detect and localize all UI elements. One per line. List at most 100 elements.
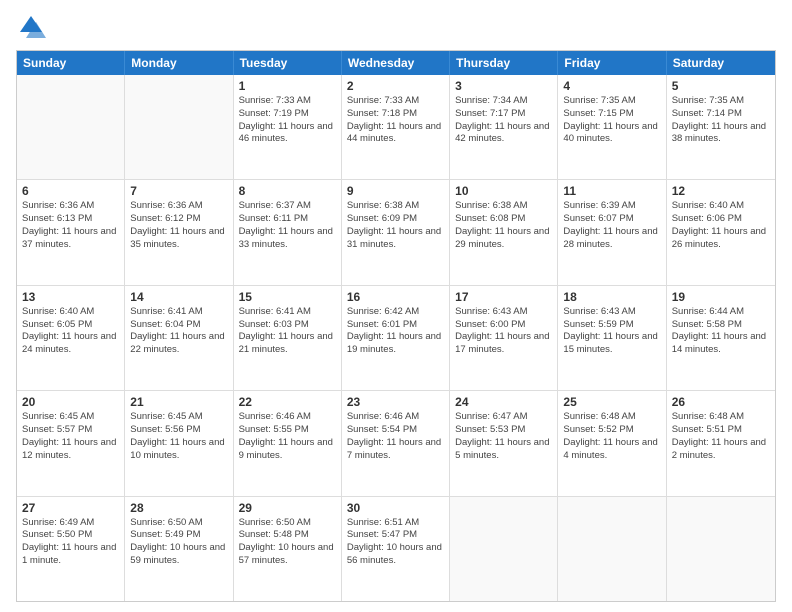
day-number: 27 [22, 501, 119, 515]
calendar-cell: 28Sunrise: 6:50 AM Sunset: 5:49 PM Dayli… [125, 497, 233, 601]
day-number: 14 [130, 290, 227, 304]
calendar-cell: 7 Sunrise: 6:36 AM Sunset: 6:12 PM Daylig… [125, 180, 233, 284]
day-info: Sunrise: 7:35 AM Sunset: 7:14 PM Dayligh… [672, 95, 770, 146]
day-info: Sunrise: 6:41 AM Sunset: 6:03 PM Dayligh… [239, 306, 336, 357]
day-number: 3 [455, 79, 552, 93]
day-info: Sunrise: 6:45 AM Sunset: 5:57 PM Dayligh… [22, 411, 119, 462]
calendar-cell: 22 Sunrise: 6:46 AM Sunset: 5:55 PM Dayli… [234, 391, 342, 495]
calendar-cell: 17Sunrise: 6:43 AM Sunset: 6:00 PM Dayli… [450, 286, 558, 390]
calendar-cell [125, 75, 233, 179]
calendar-header: SundayMondayTuesdayWednesdayThursdayFrid… [17, 51, 775, 75]
calendar-cell: 27 Sunrise: 6:49 AM Sunset: 5:50 PM Dayli… [17, 497, 125, 601]
day-info: Sunrise: 6:43 AM Sunset: 6:00 PM Dayligh… [455, 306, 552, 357]
day-info: Sunrise: 6:51 AM Sunset: 5:47 PM Dayligh… [347, 517, 444, 568]
calendar-cell: 25Sunrise: 6:48 AM Sunset: 5:52 PM Dayli… [558, 391, 666, 495]
logo-icon [16, 12, 46, 42]
day-number: 2 [347, 79, 444, 93]
calendar-cell: 2 Sunrise: 7:33 AM Sunset: 7:18 PM Daylig… [342, 75, 450, 179]
day-number: 24 [455, 395, 552, 409]
day-info: Sunrise: 6:48 AM Sunset: 5:51 PM Dayligh… [672, 411, 770, 462]
day-number: 12 [672, 184, 770, 198]
day-number: 1 [239, 79, 336, 93]
day-number: 20 [22, 395, 119, 409]
calendar-cell: 19 Sunrise: 6:44 AM Sunset: 5:58 PM Dayli… [667, 286, 775, 390]
calendar-row-5: 27 Sunrise: 6:49 AM Sunset: 5:50 PM Dayli… [17, 496, 775, 601]
calendar-cell: 16 Sunrise: 6:42 AM Sunset: 6:01 PM Dayli… [342, 286, 450, 390]
day-number: 23 [347, 395, 444, 409]
day-number: 8 [239, 184, 336, 198]
day-number: 7 [130, 184, 227, 198]
day-number: 26 [672, 395, 770, 409]
day-number: 4 [563, 79, 660, 93]
calendar-cell: 15Sunrise: 6:41 AM Sunset: 6:03 PM Dayli… [234, 286, 342, 390]
day-info: Sunrise: 6:40 AM Sunset: 6:06 PM Dayligh… [672, 200, 770, 251]
calendar-cell: 21 Sunrise: 6:45 AM Sunset: 5:56 PM Dayli… [125, 391, 233, 495]
day-info: Sunrise: 7:33 AM Sunset: 7:19 PM Dayligh… [239, 95, 336, 146]
day-number: 16 [347, 290, 444, 304]
day-info: Sunrise: 6:47 AM Sunset: 5:53 PM Dayligh… [455, 411, 552, 462]
day-number: 11 [563, 184, 660, 198]
day-number: 6 [22, 184, 119, 198]
calendar-cell [450, 497, 558, 601]
day-info: Sunrise: 6:36 AM Sunset: 6:13 PM Dayligh… [22, 200, 119, 251]
calendar-row-3: 13 Sunrise: 6:40 AM Sunset: 6:05 PM Dayli… [17, 285, 775, 390]
calendar-cell: 20 Sunrise: 6:45 AM Sunset: 5:57 PM Dayli… [17, 391, 125, 495]
day-info: Sunrise: 6:45 AM Sunset: 5:56 PM Dayligh… [130, 411, 227, 462]
day-info: Sunrise: 6:41 AM Sunset: 6:04 PM Dayligh… [130, 306, 227, 357]
calendar-row-2: 6 Sunrise: 6:36 AM Sunset: 6:13 PM Daylig… [17, 179, 775, 284]
calendar-cell: 26 Sunrise: 6:48 AM Sunset: 5:51 PM Dayli… [667, 391, 775, 495]
day-info: Sunrise: 6:46 AM Sunset: 5:54 PM Dayligh… [347, 411, 444, 462]
logo [16, 12, 50, 42]
calendar-cell: 18Sunrise: 6:43 AM Sunset: 5:59 PM Dayli… [558, 286, 666, 390]
day-number: 9 [347, 184, 444, 198]
calendar-cell: 1 Sunrise: 7:33 AM Sunset: 7:19 PM Daylig… [234, 75, 342, 179]
day-number: 13 [22, 290, 119, 304]
day-info: Sunrise: 6:43 AM Sunset: 5:59 PM Dayligh… [563, 306, 660, 357]
calendar-cell [558, 497, 666, 601]
day-info: Sunrise: 6:44 AM Sunset: 5:58 PM Dayligh… [672, 306, 770, 357]
calendar-body: 1 Sunrise: 7:33 AM Sunset: 7:19 PM Daylig… [17, 75, 775, 601]
header-day-monday: Monday [125, 51, 233, 75]
calendar-cell: 8 Sunrise: 6:37 AM Sunset: 6:11 PM Daylig… [234, 180, 342, 284]
calendar-cell: 24 Sunrise: 6:47 AM Sunset: 5:53 PM Dayli… [450, 391, 558, 495]
day-info: Sunrise: 6:40 AM Sunset: 6:05 PM Dayligh… [22, 306, 119, 357]
calendar-cell: 12 Sunrise: 6:40 AM Sunset: 6:06 PM Dayli… [667, 180, 775, 284]
day-info: Sunrise: 6:49 AM Sunset: 5:50 PM Dayligh… [22, 517, 119, 568]
calendar-cell: 11Sunrise: 6:39 AM Sunset: 6:07 PM Dayli… [558, 180, 666, 284]
header-day-thursday: Thursday [450, 51, 558, 75]
header-day-friday: Friday [558, 51, 666, 75]
calendar-cell [17, 75, 125, 179]
calendar-cell [667, 497, 775, 601]
day-number: 5 [672, 79, 770, 93]
calendar-cell: 9Sunrise: 6:38 AM Sunset: 6:09 PM Daylig… [342, 180, 450, 284]
calendar-cell: 10Sunrise: 6:38 AM Sunset: 6:08 PM Dayli… [450, 180, 558, 284]
header [16, 12, 776, 42]
day-info: Sunrise: 6:50 AM Sunset: 5:48 PM Dayligh… [239, 517, 336, 568]
calendar-cell: 13 Sunrise: 6:40 AM Sunset: 6:05 PM Dayli… [17, 286, 125, 390]
day-info: Sunrise: 6:50 AM Sunset: 5:49 PM Dayligh… [130, 517, 227, 568]
calendar-row-4: 20 Sunrise: 6:45 AM Sunset: 5:57 PM Dayli… [17, 390, 775, 495]
day-info: Sunrise: 6:42 AM Sunset: 6:01 PM Dayligh… [347, 306, 444, 357]
calendar: SundayMondayTuesdayWednesdayThursdayFrid… [16, 50, 776, 602]
calendar-cell: 4 Sunrise: 7:35 AM Sunset: 7:15 PM Daylig… [558, 75, 666, 179]
header-day-wednesday: Wednesday [342, 51, 450, 75]
day-info: Sunrise: 7:33 AM Sunset: 7:18 PM Dayligh… [347, 95, 444, 146]
day-info: Sunrise: 7:35 AM Sunset: 7:15 PM Dayligh… [563, 95, 660, 146]
header-day-tuesday: Tuesday [234, 51, 342, 75]
day-number: 22 [239, 395, 336, 409]
day-number: 19 [672, 290, 770, 304]
calendar-row-1: 1 Sunrise: 7:33 AM Sunset: 7:19 PM Daylig… [17, 75, 775, 179]
day-number: 21 [130, 395, 227, 409]
day-info: Sunrise: 6:36 AM Sunset: 6:12 PM Dayligh… [130, 200, 227, 251]
day-number: 30 [347, 501, 444, 515]
header-day-sunday: Sunday [17, 51, 125, 75]
calendar-cell: 6 Sunrise: 6:36 AM Sunset: 6:13 PM Daylig… [17, 180, 125, 284]
day-number: 25 [563, 395, 660, 409]
calendar-cell: 14 Sunrise: 6:41 AM Sunset: 6:04 PM Dayli… [125, 286, 233, 390]
day-info: Sunrise: 7:34 AM Sunset: 7:17 PM Dayligh… [455, 95, 552, 146]
day-info: Sunrise: 6:37 AM Sunset: 6:11 PM Dayligh… [239, 200, 336, 251]
calendar-cell: 30 Sunrise: 6:51 AM Sunset: 5:47 PM Dayli… [342, 497, 450, 601]
day-info: Sunrise: 6:46 AM Sunset: 5:55 PM Dayligh… [239, 411, 336, 462]
calendar-cell: 29Sunrise: 6:50 AM Sunset: 5:48 PM Dayli… [234, 497, 342, 601]
day-number: 10 [455, 184, 552, 198]
